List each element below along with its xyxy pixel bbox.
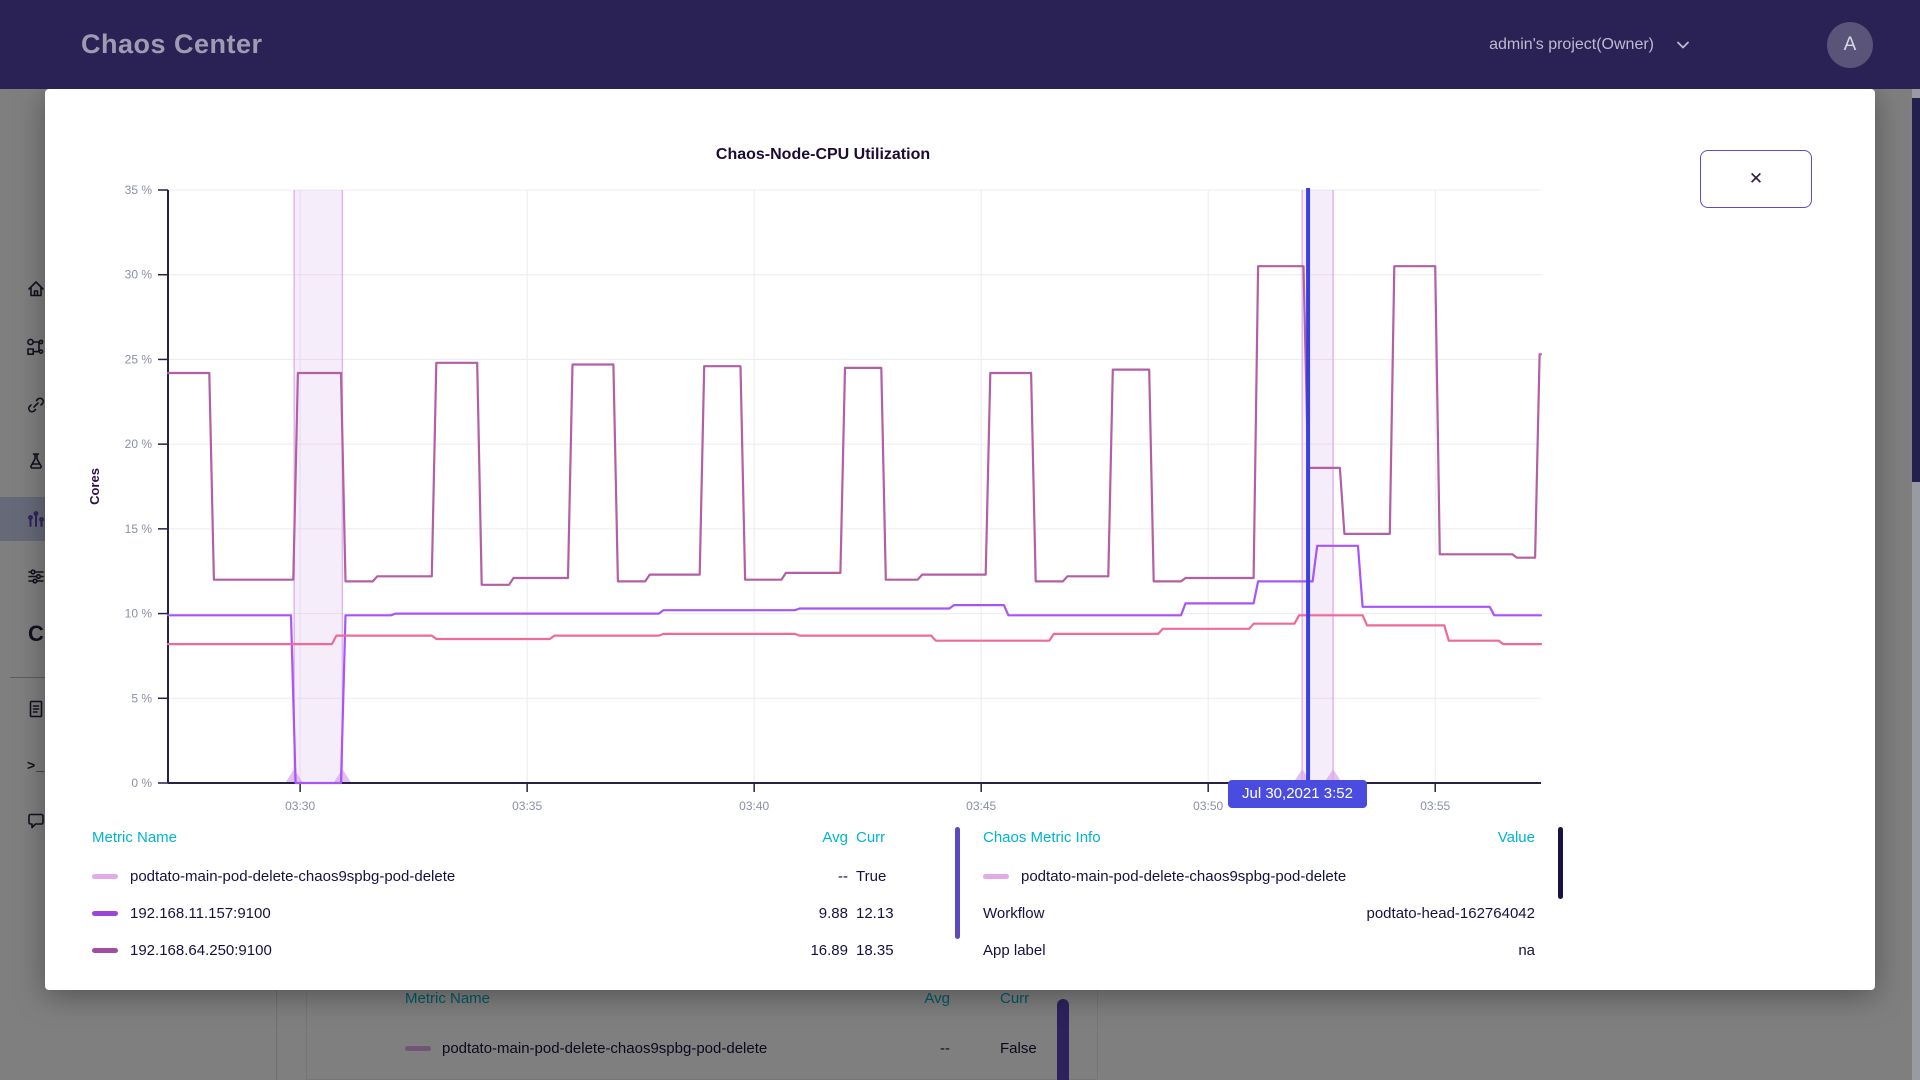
legend-row: 192.168.11.157:9100 9.88 12.13	[92, 895, 952, 932]
y-tick-label: 20 %	[125, 437, 153, 451]
legend-row: podtato-main-pod-delete-chaos9spbg-pod-d…	[92, 858, 952, 895]
app-label-label: App label	[983, 942, 1046, 959]
x-tick-label: 03:35	[512, 799, 542, 813]
col-value: Value	[1498, 829, 1535, 846]
col-curr: Curr	[852, 829, 952, 846]
page-scrollbar-thumb[interactable]	[1912, 98, 1920, 482]
avatar[interactable]: A	[1827, 22, 1873, 68]
y-tick-label: 10 %	[125, 607, 153, 621]
chevron-down-icon	[1676, 38, 1690, 52]
app-title: Chaos Center	[81, 0, 263, 89]
series-swatch	[92, 874, 118, 879]
chart-popout-modal: Chaos-Node-CPU Utilization ✕ 0 %5 %10 %1…	[45, 89, 1875, 990]
legend-header: Chaos Metric Info Value	[983, 822, 1535, 852]
metric-legend-table: Metric Name Avg Curr podtato-main-pod-de…	[92, 822, 952, 969]
y-tick-label: 25 %	[125, 352, 153, 366]
metric-name: 192.168.64.250:9100	[130, 942, 272, 959]
series-line	[168, 266, 1541, 585]
col-chaos-metric-info: Chaos Metric Info	[983, 829, 1498, 846]
x-tick-label: 03:50	[1193, 799, 1223, 813]
metric-avg: 9.88	[788, 905, 848, 922]
close-icon: ✕	[1749, 169, 1763, 189]
chaos-metric-name: podtato-main-pod-delete-chaos9spbg-pod-d…	[1021, 868, 1346, 885]
y-axis-label: Cores	[87, 468, 102, 505]
metric-avg: --	[788, 868, 848, 885]
y-tick-label: 35 %	[125, 183, 153, 197]
y-tick-label: 0 %	[131, 776, 152, 790]
series-swatch	[983, 874, 1009, 879]
legend-divider-bar	[955, 827, 960, 939]
series-swatch	[92, 911, 118, 916]
legend-row: Workflow podtato-head-162764042	[983, 895, 1535, 932]
workflow-value: podtato-head-162764042	[1367, 905, 1536, 922]
metric-curr: 12.13	[852, 905, 952, 922]
top-app-bar: Chaos Center admin's project(Owner) A	[0, 0, 1920, 89]
metric-name: 192.168.11.157:9100	[130, 905, 271, 922]
page: C >_ Litmus Version: Build Time: Invalid…	[0, 0, 1920, 1080]
series-swatch	[92, 948, 118, 953]
metric-avg: 16.89	[788, 942, 848, 959]
x-tick-label: 03:30	[285, 799, 315, 813]
y-tick-label: 30 %	[125, 268, 153, 282]
metric-curr: 18.35	[852, 942, 952, 959]
y-tick-label: 15 %	[125, 522, 153, 536]
series-line	[168, 615, 1541, 644]
chaos-metric-info-table: Chaos Metric Info Value podtato-main-pod…	[983, 822, 1535, 969]
close-button[interactable]: ✕	[1700, 150, 1812, 208]
col-metric-name: Metric Name	[92, 829, 788, 846]
col-avg: Avg	[788, 829, 848, 846]
legend-row: 192.168.64.250:9100 16.89 18.35	[92, 932, 952, 969]
project-selector-label: admin's project(Owner)	[1489, 36, 1654, 54]
cpu-utilization-chart[interactable]: 0 % 5 % 10 % 15 % 20 % 25 % 30 % 35 % 03:30 03:35…	[85, 160, 1555, 840]
metric-name: podtato-main-pod-delete-chaos9spbg-pod-d…	[130, 868, 455, 885]
app-label-value: na	[1518, 942, 1535, 959]
legend-scroll-thumb[interactable]	[1558, 827, 1563, 899]
project-selector[interactable]: admin's project(Owner)	[1489, 0, 1690, 89]
workflow-label: Workflow	[983, 905, 1044, 922]
x-tick-label: 03:45	[966, 799, 996, 813]
x-tick-label: 03:55	[1420, 799, 1450, 813]
legend-row: podtato-main-pod-delete-chaos9spbg-pod-d…	[983, 858, 1535, 895]
chart-tooltip: Jul 30,2021 3:52	[1228, 780, 1367, 808]
metric-curr: True	[852, 868, 952, 885]
avatar-initial: A	[1844, 34, 1857, 56]
legend-row: App label na	[983, 932, 1535, 969]
chaos-event-band	[294, 190, 342, 783]
x-tick-label: 03:40	[739, 799, 769, 813]
y-tick-label: 5 %	[131, 691, 152, 705]
legend-header: Metric Name Avg Curr	[92, 822, 952, 852]
